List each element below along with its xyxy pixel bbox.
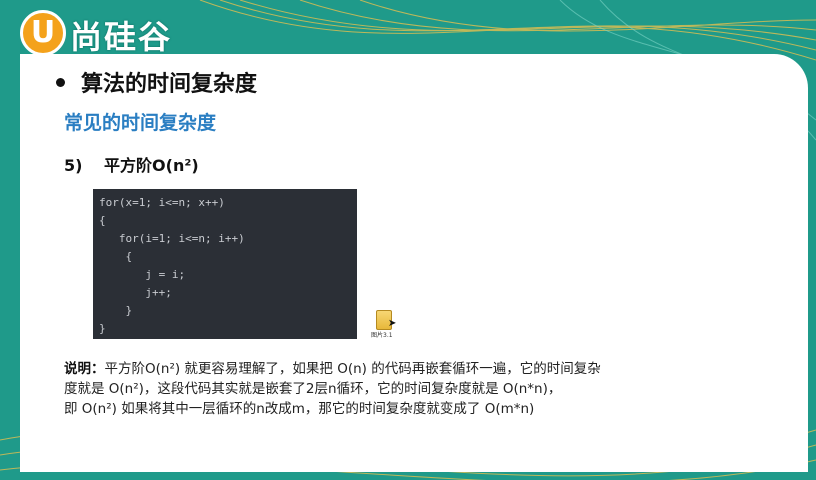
description-text-1: 平方阶O(n²) 就更容易理解了，如果把 O(n) 的代码再嵌套循环一遍，它的时… (104, 361, 601, 377)
code-line: { (99, 214, 106, 227)
slide-heading: 算法的时间复杂度 (50, 66, 257, 98)
file-label[interactable]: 图片3.1 (371, 330, 393, 339)
code-line: { (99, 250, 133, 263)
code-line: } (99, 322, 106, 335)
code-line: j = i; (99, 268, 186, 281)
item-number: 5) (64, 156, 83, 175)
description-line-3: 即 O(n²) 如果将其中一层循环的n改成m，那它的时间复杂度就变成了 O(m*… (64, 401, 535, 417)
description-line-2: 度就是 O(n²)，这段代码其实就是嵌套了2层n循环，它的时间复杂度就是 O(n… (64, 381, 562, 397)
description-line-1: 说明：平方阶O(n²) 就更容易理解了，如果把 O(n) 的代码再嵌套循环一遍，… (64, 359, 764, 379)
logo-text: 尚硅谷 (70, 18, 173, 56)
code-line: j++; (99, 286, 172, 299)
code-line: for(i=1; i<=n; i++) (99, 232, 245, 245)
item-title: 5) 平方阶O(n²) (64, 152, 199, 176)
heading-text: 算法的时间复杂度 (81, 72, 258, 97)
logo-mark: U (20, 10, 66, 56)
cursor-icon: ➤ (388, 318, 397, 329)
bullet-icon (56, 77, 65, 87)
description: 说明：平方阶O(n²) 就更容易理解了，如果把 O(n) 的代码再嵌套循环一遍，… (64, 359, 764, 419)
description-prefix: 说明： (64, 361, 105, 377)
item-label: 平方阶O(n²) (104, 156, 199, 175)
code-block: for(x=1; i<=n; x++) { for(i=1; i<=n; i++… (93, 189, 357, 339)
subheading: 常见的时间复杂度 (64, 112, 217, 134)
code-line: for(x=1; i<=n; x++) (99, 196, 225, 209)
code-line: } (99, 304, 133, 317)
